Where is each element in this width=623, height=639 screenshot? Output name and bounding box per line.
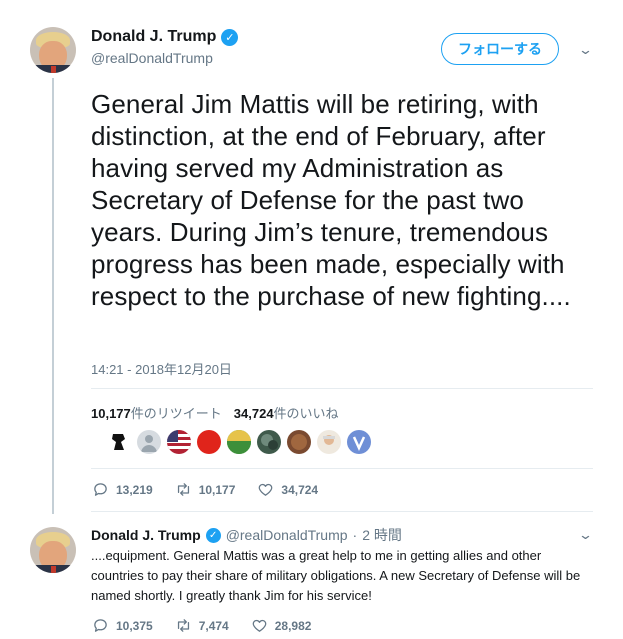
reply-action[interactable]: 13,219 [92, 481, 153, 498]
avatar[interactable] [30, 527, 76, 573]
retweet-icon [177, 483, 189, 496]
engagement-stats: 10,177件のリツイート 34,724件のいいね [91, 403, 339, 422]
follow-button[interactable]: フォローする [441, 33, 559, 65]
verified-badge-icon: ✓ [205, 527, 221, 543]
likes-stat-count: 34,724 [233, 406, 274, 421]
liker-avatar[interactable] [287, 430, 311, 454]
thread-line [52, 78, 54, 514]
reply-icon [94, 483, 107, 496]
like-action[interactable]: 28,982 [251, 617, 312, 634]
reply-action[interactable]: 10,375 [92, 617, 153, 634]
divider [91, 468, 593, 469]
liker-avatar[interactable] [107, 430, 131, 454]
like-count: 28,982 [274, 618, 312, 633]
user-handle[interactable]: @realDonaldTrump [91, 50, 238, 66]
liker-avatar[interactable] [197, 430, 221, 454]
tweet-text: General Jim Mattis will be retiring, wit… [91, 89, 571, 311]
liker-avatar[interactable] [167, 430, 191, 454]
like-icon [259, 483, 273, 496]
tweet-timestamp[interactable]: 14:21 - 2018年12月20日 [91, 359, 232, 378]
reply-time[interactable]: 2 時間 [362, 525, 402, 545]
verified-badge-icon: ✓ [221, 28, 239, 46]
reply-header: Donald J. Trump ✓ @realDonaldTrump · 2 時… [91, 525, 402, 545]
reply-count: 13,219 [116, 482, 153, 497]
liker-avatar[interactable] [347, 430, 371, 454]
retweet-action[interactable]: 10,177 [175, 481, 236, 498]
divider [91, 388, 593, 389]
separator: · [352, 527, 358, 543]
author-block: Donald J. Trump ✓ @realDonaldTrump [91, 28, 239, 66]
reply-icon [94, 619, 107, 632]
likes-stat-label: 件のいいね [273, 406, 339, 421]
likes-stat[interactable]: 34,724件のいいね [234, 403, 339, 422]
retweet-count: 10,177 [198, 482, 236, 497]
liker-avatar[interactable] [257, 430, 281, 454]
divider [91, 511, 593, 512]
retweets-stat-label: 件のリツイート [130, 406, 222, 421]
like-count: 34,724 [281, 482, 319, 497]
like-icon [252, 619, 267, 632]
avatar[interactable] [30, 27, 76, 73]
retweet-icon [177, 619, 189, 632]
tweet-actions: 13,219 10,177 34,724 [92, 481, 340, 498]
reply-text: ....equipment. General Mattis was a grea… [91, 548, 581, 603]
reply-count: 10,375 [116, 618, 153, 633]
reply-actions: 10,375 7,474 28,982 [92, 617, 333, 634]
liker-avatar[interactable] [137, 430, 161, 454]
liker-avatar[interactable] [227, 430, 251, 454]
retweets-stat[interactable]: 10,177件のリツイート [91, 403, 222, 422]
chevron-down-icon[interactable]: ⌄ [578, 42, 593, 58]
like-action[interactable]: 34,724 [257, 481, 318, 498]
reply-handle[interactable]: @realDonaldTrump [226, 527, 348, 543]
retweet-count: 7,474 [198, 618, 229, 633]
reply-display-name[interactable]: Donald J. Trump [91, 527, 201, 543]
liker-avatar[interactable] [317, 430, 341, 454]
likers-avatars [107, 430, 371, 454]
retweets-stat-count: 10,177 [91, 406, 131, 421]
retweet-action[interactable]: 7,474 [175, 617, 229, 634]
chevron-down-icon[interactable]: ⌄ [578, 527, 593, 543]
display-name[interactable]: Donald J. Trump [91, 28, 216, 46]
